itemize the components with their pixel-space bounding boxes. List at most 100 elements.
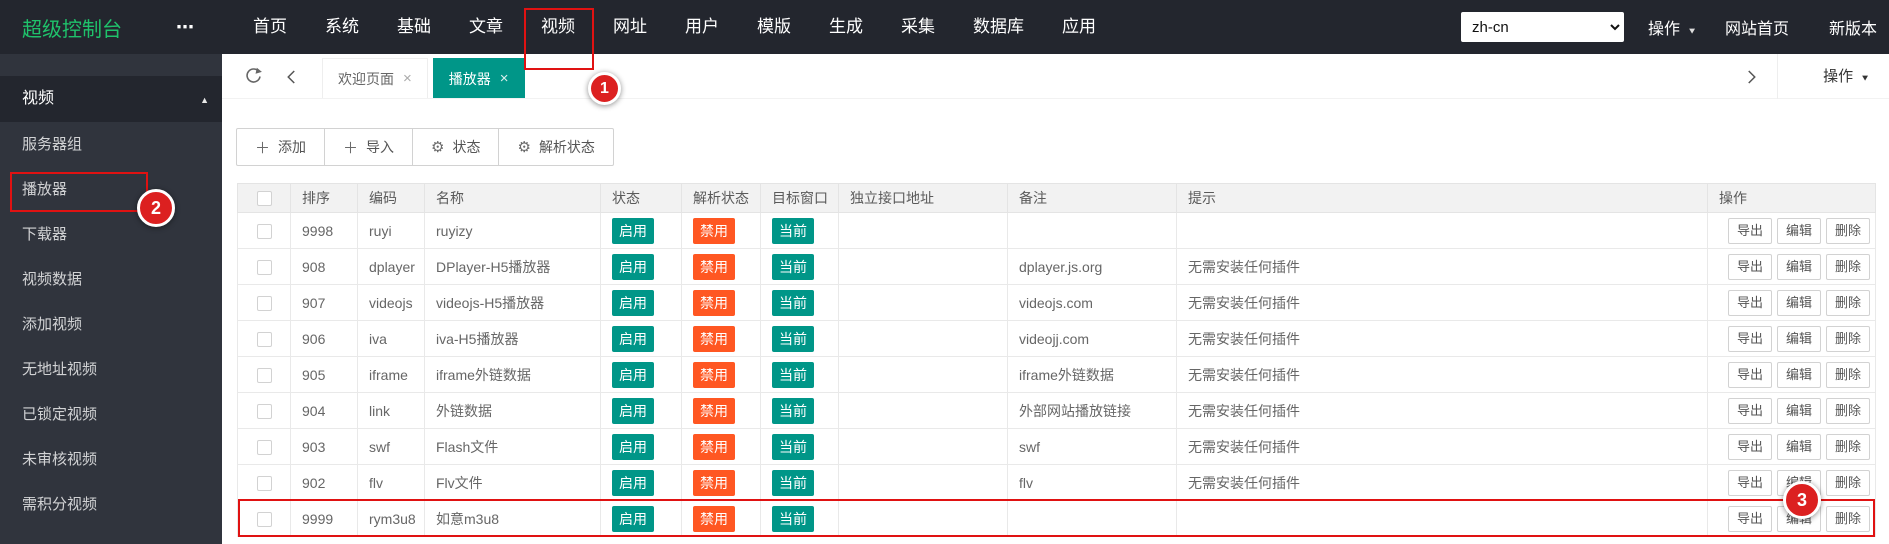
column-header: 操作 [1708,184,1876,213]
action-button-导出[interactable]: 导出 [1728,398,1772,424]
action-button-编辑[interactable]: 编辑 [1777,254,1821,280]
players-table-wrap: 排序编码名称状态解析状态目标窗口独立接口地址备注提示操作 9998ruyiruy… [237,183,1875,537]
action-button-导出[interactable]: 导出 [1728,326,1772,352]
action-button-删除[interactable]: 删除 [1826,218,1870,244]
status-badge: 启用 [612,506,654,532]
action-button-编辑[interactable]: 编辑 [1777,326,1821,352]
cell-tip: 无需安装任何插件 [1177,429,1708,465]
action-button-编辑[interactable]: 编辑 [1777,218,1821,244]
nav-item[interactable]: 系统 [306,0,378,54]
toolbar-button[interactable]: ＋导入 [324,128,413,166]
toolbar-button[interactable]: ⚙解析状态 [498,128,613,166]
tabs-next-icon[interactable] [1735,54,1767,99]
sidebar-item[interactable]: 无地址视频 [0,347,222,392]
more-menu-icon[interactable]: ⋯ [172,17,198,38]
action-button-删除[interactable]: 删除 [1826,506,1870,532]
sidebar-item[interactable]: 需积分视频 [0,482,222,527]
action-button-导出[interactable]: 导出 [1728,434,1772,460]
table-row: 907videojsvideojs-H5播放器启用禁用当前videojs.com… [238,285,1876,321]
action-button-导出[interactable]: 导出 [1728,362,1772,388]
sidebar-item[interactable]: 未审核视频 [0,437,222,482]
toolbar-button[interactable]: ⚙状态 [412,128,499,166]
tab-action-dropdown[interactable]: 操作▼ [1823,54,1870,101]
action-button-编辑[interactable]: 编辑 [1777,290,1821,316]
nav-item[interactable]: 文章 [450,0,522,54]
navbar-action-dropdown[interactable]: 操作▼ [1648,15,1697,39]
sidebar-item[interactable]: 视频数据 [0,257,222,302]
row-checkbox[interactable] [257,440,272,455]
cell-remark [1008,501,1177,537]
app-logo: 超级控制台 [22,13,130,42]
cell-order: 906 [291,321,358,357]
toolbar-button-label: 状态 [452,137,480,157]
action-button-删除[interactable]: 删除 [1826,254,1870,280]
new-version-link[interactable]: 新版本 [1829,15,1877,39]
row-checkbox[interactable] [257,332,272,347]
action-button-删除[interactable]: 删除 [1826,398,1870,424]
site-home-link[interactable]: 网站首页 [1725,15,1789,39]
tabs-prev-icon[interactable] [278,54,306,99]
close-icon[interactable]: × [403,70,412,87]
action-button-删除[interactable]: 删除 [1826,326,1870,352]
tabbar-divider [1777,54,1778,99]
action-button-编辑[interactable]: 编辑 [1777,434,1821,460]
action-button-删除[interactable]: 删除 [1826,362,1870,388]
close-icon[interactable]: × [500,70,509,87]
row-checkbox[interactable] [257,260,272,275]
table-row: 908dplayerDPlayer-H5播放器启用禁用当前dplayer.js.… [238,249,1876,285]
caret-down-icon: ▼ [1687,27,1697,36]
cell-actions: 导出编辑删除 [1708,285,1876,321]
cell-target-window-badge: 当前 [761,213,839,249]
action-button-编辑[interactable]: 编辑 [1777,398,1821,424]
select-all-checkbox[interactable] [257,191,272,206]
action-button-导出[interactable]: 导出 [1728,506,1772,532]
row-checkbox[interactable] [257,224,272,239]
sidebar-group-video[interactable]: 视频 ▲ [0,76,222,122]
sidebar-item[interactable]: 服务器组 [0,122,222,167]
action-button-编辑[interactable]: 编辑 [1777,362,1821,388]
toolbar-button-label: 导入 [366,137,394,157]
column-header: 提示 [1177,184,1708,213]
nav-item[interactable]: 基础 [378,0,450,54]
nav-item[interactable]: 模版 [738,0,810,54]
tab[interactable]: 播放器× [433,58,525,98]
row-checkbox[interactable] [257,296,272,311]
row-checkbox[interactable] [257,512,272,527]
nav-item[interactable]: 采集 [882,0,954,54]
main-content: 欢迎页面×播放器× 操作▼ ＋添加＋导入⚙状态⚙解析状态 排序编码名称状态解析状… [222,54,1889,544]
sidebar-group-label: 视频 [22,90,54,107]
nav-item[interactable]: 首页 [234,0,306,54]
parse-status-badge: 禁用 [693,218,735,244]
nav-item[interactable]: 生成 [810,0,882,54]
action-button-删除[interactable]: 删除 [1826,470,1870,496]
row-checkbox[interactable] [257,368,272,383]
cell-name: DPlayer-H5播放器 [425,249,601,285]
cell-remark: swf [1008,429,1177,465]
action-button-删除[interactable]: 删除 [1826,434,1870,460]
action-button-导出[interactable]: 导出 [1728,290,1772,316]
action-button-编辑[interactable]: 编辑 [1777,470,1821,496]
nav-item[interactable]: 网址 [594,0,666,54]
language-select[interactable]: zh-cn [1461,12,1624,42]
action-button-导出[interactable]: 导出 [1728,470,1772,496]
action-button-删除[interactable]: 删除 [1826,290,1870,316]
sidebar-item[interactable]: 已锁定视频 [0,392,222,437]
row-checkbox[interactable] [257,476,272,491]
status-badge: 启用 [612,470,654,496]
nav-item[interactable]: 应用 [1043,0,1115,54]
tab[interactable]: 欢迎页面× [322,58,428,98]
row-checkbox[interactable] [257,404,272,419]
sidebar-item[interactable]: 下载器 [0,212,222,257]
nav-item[interactable]: 数据库 [954,0,1043,54]
action-button-导出[interactable]: 导出 [1728,218,1772,244]
sidebar-item[interactable]: 添加视频 [0,302,222,347]
nav-item[interactable]: 视频 [522,0,594,54]
column-header: 解析状态 [682,184,761,213]
sidebar-item[interactable]: 播放器 [0,167,222,212]
cell-api-address [839,501,1008,537]
nav-item[interactable]: 用户 [666,0,738,54]
action-button-导出[interactable]: 导出 [1728,254,1772,280]
refresh-icon[interactable] [236,54,270,99]
action-button-编辑[interactable]: 编辑 [1777,506,1821,532]
toolbar-button[interactable]: ＋添加 [236,128,325,166]
